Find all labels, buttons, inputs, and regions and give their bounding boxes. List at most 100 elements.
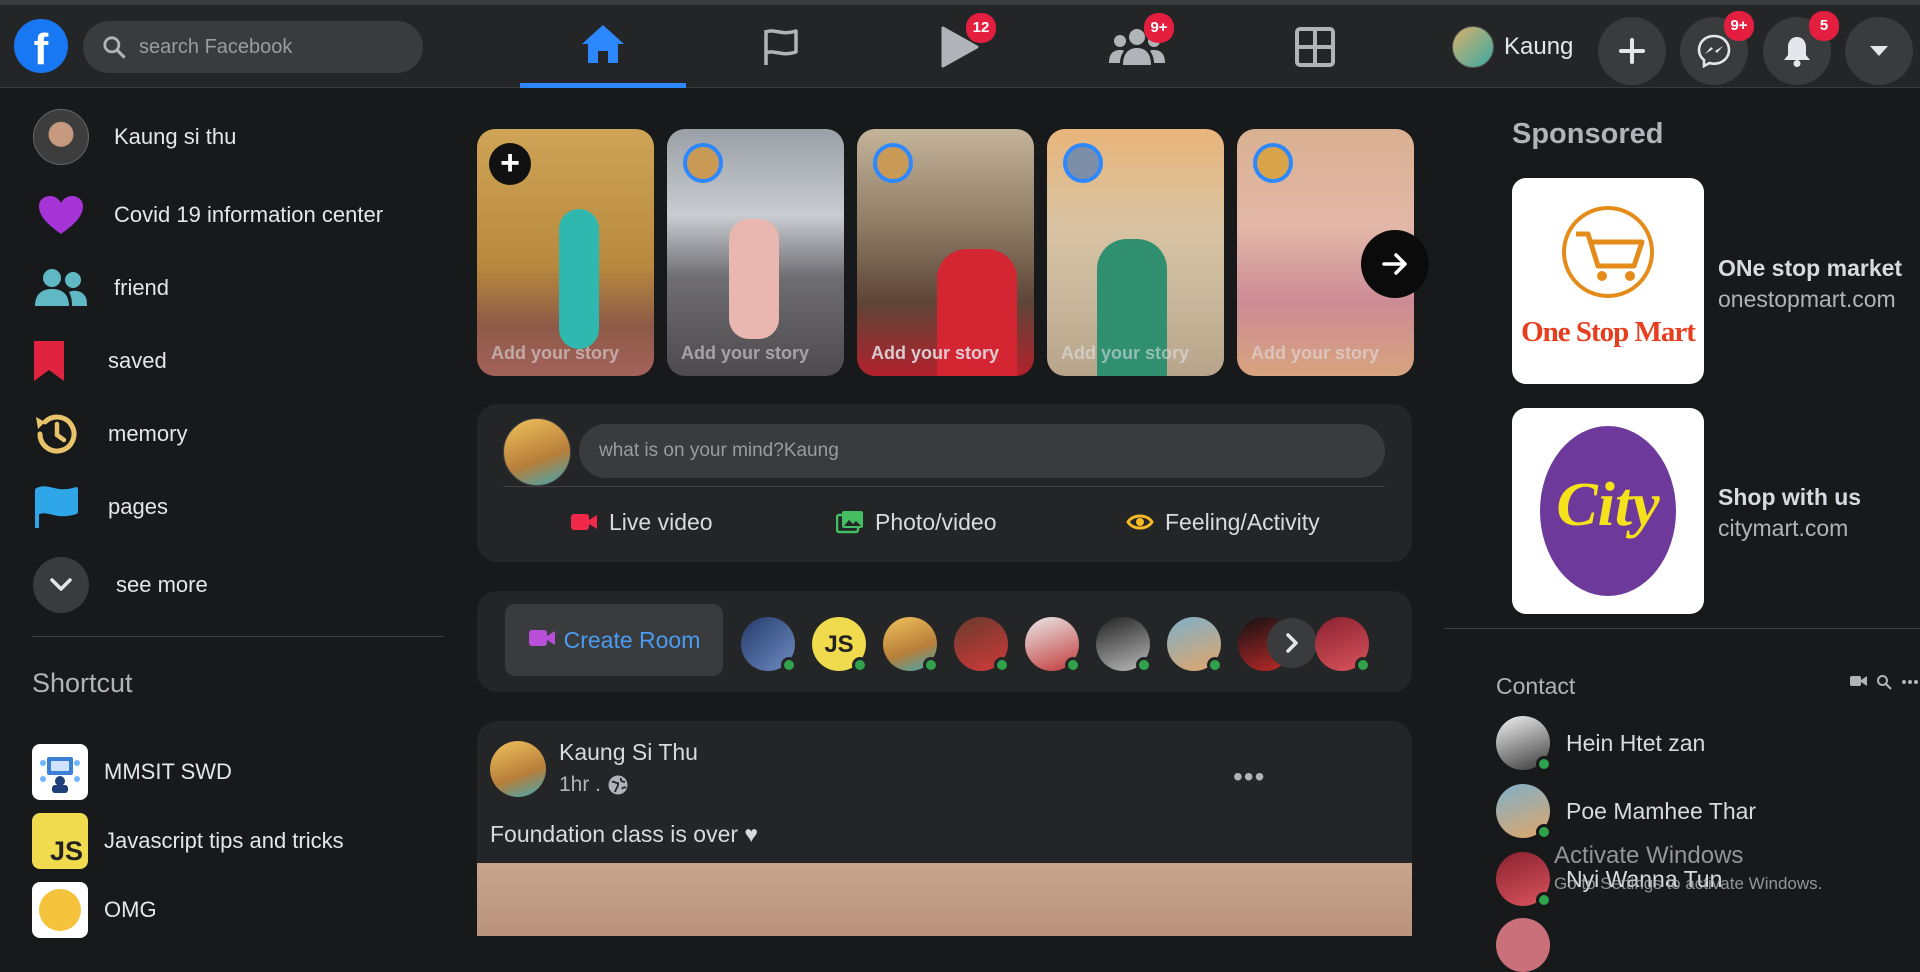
sponsored-heading: Sponsored [1512, 118, 1664, 150]
story-card[interactable]: Add your story [1047, 129, 1224, 376]
sidebar-item-label: pages [108, 494, 168, 519]
friends-icon [32, 259, 90, 317]
rooms-next-button[interactable] [1267, 618, 1317, 668]
ad-url[interactable]: onestopmart.com [1718, 286, 1896, 313]
more-options-icon[interactable] [1900, 674, 1920, 690]
tab-pages[interactable] [698, 5, 864, 88]
tab-menu-grid[interactable] [1232, 5, 1398, 88]
notifications-button[interactable]: 5 [1763, 11, 1839, 85]
online-indicator [994, 657, 1010, 673]
account-menu-button[interactable] [1845, 17, 1913, 85]
notifications-badge: 5 [1809, 11, 1839, 41]
story-card[interactable]: + Add your story [477, 129, 654, 376]
post-options-icon[interactable]: ••• [1233, 761, 1265, 793]
post-author[interactable]: Kaung Si Thu [559, 739, 698, 766]
room-avatar[interactable] [1315, 617, 1371, 673]
sidebar-item-see-more[interactable]: see more [32, 555, 208, 615]
live-video-button[interactable]: Live video [569, 502, 713, 542]
ad-image-onestopmart[interactable]: One Stop Mart [1512, 178, 1704, 384]
story-avatar [1063, 143, 1103, 183]
online-indicator [1536, 756, 1552, 772]
profile-chip[interactable]: Kaung [1452, 25, 1573, 69]
messenger-badge: 9+ [1724, 11, 1754, 41]
photo-video-button[interactable]: Photo/video [835, 502, 996, 542]
room-avatar[interactable] [1025, 617, 1081, 673]
story-avatar [873, 143, 913, 183]
create-button[interactable] [1598, 17, 1666, 85]
online-indicator [1536, 824, 1552, 840]
room-avatar[interactable] [954, 617, 1010, 673]
arrow-right-icon [1382, 253, 1407, 275]
avatar [1496, 852, 1552, 908]
flag-icon [32, 478, 90, 536]
room-avatar[interactable]: JS [812, 617, 868, 673]
omg-emoji-icon [32, 882, 88, 938]
contact-item[interactable]: Hein Htet zan [1496, 715, 1706, 772]
room-avatar[interactable] [1167, 617, 1223, 673]
composer-divider [503, 486, 1385, 487]
tab-groups[interactable]: 9+ [1054, 5, 1220, 88]
sidebar-item-friends[interactable]: friend [32, 258, 169, 318]
contact-item[interactable]: Poe Mamhee Thar [1496, 783, 1756, 840]
video-camera-icon[interactable] [1850, 674, 1868, 688]
search-bar[interactable] [83, 21, 423, 73]
post-image[interactable] [477, 863, 1412, 936]
facebook-logo-icon[interactable]: f [14, 19, 68, 73]
search-input[interactable] [139, 21, 409, 73]
avatar [32, 108, 90, 166]
story-card[interactable]: Add your story [857, 129, 1034, 376]
sidebar-item-profile[interactable]: Kaung si thu [32, 107, 236, 167]
sidebar-item-covid[interactable]: Covid 19 information center [32, 185, 383, 245]
photo-icon [835, 507, 865, 537]
avatar [1452, 26, 1494, 68]
stories-next-button[interactable] [1361, 230, 1429, 298]
story-card[interactable]: Add your story [667, 129, 844, 376]
sidebar-item-saved[interactable]: saved [32, 331, 167, 391]
room-avatar[interactable] [883, 617, 939, 673]
shortcut-item-omg[interactable]: OMG [32, 880, 157, 940]
top-navbar: f 12 9+ Kaung 9+ 5 [0, 5, 1920, 88]
whats-on-your-mind-input[interactable]: what is on your mind?Kaung [579, 424, 1385, 478]
story-label: Add your story [1061, 343, 1190, 363]
ad-name[interactable]: Shop with us [1718, 484, 1861, 511]
sidebar-item-pages[interactable]: pages [32, 477, 168, 537]
feed-post: Kaung Si Thu 1hr . ••• Foundation class … [477, 721, 1412, 936]
history-clock-icon [32, 405, 90, 463]
home-icon [582, 25, 624, 63]
shortcut-item-mmsit[interactable]: MMSIT SWD [32, 742, 232, 802]
grid-icon [1295, 26, 1335, 67]
ad-image-citymart[interactable]: City [1512, 408, 1704, 614]
room-avatar[interactable] [741, 617, 797, 673]
avatar[interactable] [1496, 918, 1550, 972]
left-sidebar: Kaung si thu Covid 19 information center… [0, 88, 460, 938]
avatar[interactable] [490, 741, 546, 797]
sidebar-item-label: friend [114, 275, 170, 300]
sidebar-item-label: Covid 19 information center [114, 202, 384, 227]
ad-name[interactable]: ONe stop market [1718, 255, 1902, 282]
shortcut-label: OMG [104, 897, 157, 922]
add-story-plus-icon[interactable]: + [489, 143, 531, 185]
chevron-down-icon [32, 556, 90, 614]
contact-name: Hein Htet zan [1566, 729, 1706, 756]
video-camera-icon [569, 507, 599, 537]
story-avatar [683, 143, 723, 183]
shortcut-item-javascript[interactable]: JS Javascript tips and tricks [32, 811, 344, 871]
messenger-button[interactable]: 9+ [1680, 11, 1754, 85]
caret-down-icon [1870, 46, 1888, 56]
search-icon[interactable] [1876, 674, 1892, 690]
mmsit-logo-icon [32, 744, 88, 800]
create-room-button[interactable]: Create Room [505, 604, 723, 676]
watch-badge: 12 [966, 13, 996, 43]
online-indicator [1355, 657, 1371, 673]
sidebar-item-memory[interactable]: memory [32, 404, 187, 464]
tab-home[interactable] [520, 5, 686, 88]
sidebar-item-label: Kaung si thu [114, 124, 237, 149]
tab-watch[interactable]: 12 [876, 5, 1042, 88]
online-indicator [852, 657, 868, 673]
ad-url[interactable]: citymart.com [1718, 515, 1848, 542]
room-avatar[interactable] [1096, 617, 1152, 673]
messenger-icon [1697, 34, 1731, 68]
online-indicator [1536, 892, 1552, 908]
feeling-activity-button[interactable]: Feeling/Activity [1125, 502, 1320, 542]
post-timestamp[interactable]: 1hr . [559, 773, 629, 797]
